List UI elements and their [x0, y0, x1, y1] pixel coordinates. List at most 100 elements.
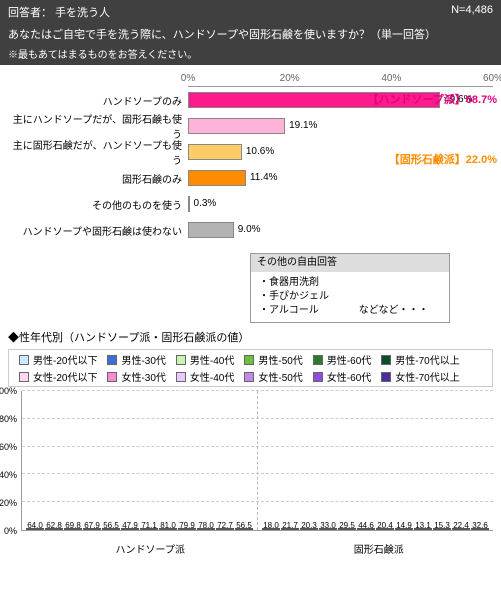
legend-item: 女性-40代 [176, 369, 234, 384]
y-tick: 0% [4, 526, 17, 536]
column-value: 71.1 [141, 521, 157, 530]
header: 回答者： 手を洗う人 N=4,486 [0, 0, 501, 24]
column-value: 20.3 [301, 521, 317, 530]
column-value: 44.6 [358, 521, 374, 530]
column-value: 21.7 [282, 521, 298, 530]
axis-tick: 20% [280, 73, 300, 84]
legend-swatch [107, 355, 117, 365]
column-value: 62.8 [46, 521, 62, 530]
bar-value: 9.0% [234, 222, 261, 238]
respondent-prefix: 回答者： [8, 7, 52, 19]
bar-label: 主に固形石鹸だが、ハンドソープも使う [8, 137, 188, 167]
respondent-value: 手を洗う人 [55, 7, 110, 19]
bar [188, 118, 285, 134]
legend-swatch [244, 372, 254, 382]
legend-swatch [381, 372, 391, 382]
column-value: 13.1 [415, 521, 431, 530]
bar-row: その他のものを使う0.3% [8, 191, 493, 217]
axis-tick: 0% [181, 73, 195, 84]
n-count: N=4,486 [451, 4, 493, 20]
axis-tick: 60% [483, 73, 501, 84]
annotation-handsoap: 【ハンドソープ派】68.7% [367, 91, 497, 107]
legend-item: 女性-20代以下 [19, 369, 97, 384]
column-value: 78.0 [198, 521, 214, 530]
legend-swatch [176, 372, 186, 382]
bar-group: 18.021.720.333.029.544.620.414.913.115.3… [258, 391, 493, 530]
legend-label: 男性-60代 [327, 352, 371, 367]
x-category: 固形石鹸派 [265, 539, 494, 556]
bar-label: ハンドソープや固形石鹸は使わない [8, 223, 188, 238]
question-note: ※最もあてはまるものをお答えください。 [0, 46, 501, 65]
column-value: 33.0 [320, 521, 336, 530]
question-text: あなたはご自宅で手を洗う際に、ハンドソープや固形石鹸を使いますか？（単一回答） [0, 24, 501, 46]
bar-value: 0.3% [190, 196, 217, 212]
bar-value: 10.6% [242, 144, 274, 160]
column-value: 20.4 [377, 521, 393, 530]
column-value: 69.8 [65, 521, 81, 530]
legend-swatch [313, 355, 323, 365]
column-value: 67.9 [84, 521, 100, 530]
bar-label: その他のものを使う [8, 197, 188, 212]
legend-item: 男性-40代 [176, 352, 234, 367]
column-value: 14.9 [396, 521, 412, 530]
y-tick: 100% [0, 386, 17, 396]
legend-label: 男性-50代 [258, 352, 302, 367]
legend-label: 女性-50代 [258, 369, 302, 384]
column-value: 29.5 [339, 521, 355, 530]
x-category: ハンドソープ派 [36, 539, 265, 556]
legend-swatch [176, 355, 186, 365]
legend-item: 男性-30代 [107, 352, 165, 367]
free-answer-title: その他の自由回答 [251, 254, 449, 272]
legend-item: 女性-50代 [244, 369, 302, 384]
bar [188, 170, 246, 186]
legend-label: 女性-40代 [190, 369, 234, 384]
legend-item: 男性-60代 [313, 352, 371, 367]
bar-value: 19.1% [285, 118, 317, 134]
bar-row: ハンドソープや固形石鹸は使わない 9.0% [8, 217, 493, 243]
legend-item: 男性-50代 [244, 352, 302, 367]
bar-row: 固形石鹸のみ 11.4% [8, 165, 493, 191]
free-answer-item: ・アルコール などなど・・・ [259, 304, 441, 318]
axis-tick: 40% [381, 73, 401, 84]
legend-label: 男性-40代 [190, 352, 234, 367]
column-value: 72.7 [217, 521, 233, 530]
legend-swatch [244, 355, 254, 365]
free-answer-item: ・手ぴかジェル [259, 290, 441, 304]
legend-item: 男性-20代以下 [19, 352, 97, 367]
bar-label: 固形石鹸のみ [8, 171, 188, 186]
y-tick: 80% [0, 414, 17, 424]
legend-swatch [107, 372, 117, 382]
legend-item: 女性-70代以上 [381, 369, 459, 384]
column-value: 22.4 [453, 521, 469, 530]
legend-label: 女性-30代 [121, 369, 165, 384]
legend-label: 女性-20代以下 [33, 369, 97, 384]
bar-label: ハンドソープのみ [8, 93, 188, 108]
free-answer-item: ・食器用洗剤 [259, 276, 441, 290]
legend-item: 男性-70代以上 [381, 352, 459, 367]
y-tick: 60% [0, 442, 17, 452]
column-value: 81.0 [160, 521, 176, 530]
column-value: 79.9 [179, 521, 195, 530]
annotation-barsoap: 【固形石鹸派】22.0% [389, 151, 497, 167]
legend-label: 女性-70代以上 [395, 369, 459, 384]
bar [188, 222, 234, 238]
bar-group: 64.062.869.867.956.547.971.181.079.978.0… [22, 391, 258, 530]
legend-item: 女性-60代 [313, 369, 371, 384]
legend-swatch [19, 355, 29, 365]
column-value: 56.5 [103, 521, 119, 530]
bar-value: 11.4% [246, 170, 278, 186]
column-value: 56.5 [236, 521, 252, 530]
chart-main: 0%20%40%60% ハンドソープのみ49.6%主にハンドソープだが、固形石鹸… [0, 65, 501, 247]
column-value: 64.0 [27, 521, 43, 530]
legend-label: 男性-70代以上 [395, 352, 459, 367]
column-value: 15.3 [434, 521, 450, 530]
column-value: 47.9 [122, 521, 138, 530]
bar-row: 主にハンドソープだが、固形石鹸も使う19.1% [8, 113, 493, 139]
legend: 男性-20代以下男性-30代 男性-40代 男性-50代 男性-60代 男性-70代以上… [8, 349, 493, 387]
bar [188, 144, 242, 160]
legend-label: 男性-20代以下 [33, 352, 97, 367]
y-tick: 20% [0, 498, 17, 508]
column-value: 18.0 [263, 521, 279, 530]
chart-by-demographic: 0%20%40%60%80%100% 64.062.869.867.956.54… [0, 389, 501, 539]
section2-title: ◆性年代別（ハンドソープ派・固形石鹸派の値） [8, 329, 493, 345]
